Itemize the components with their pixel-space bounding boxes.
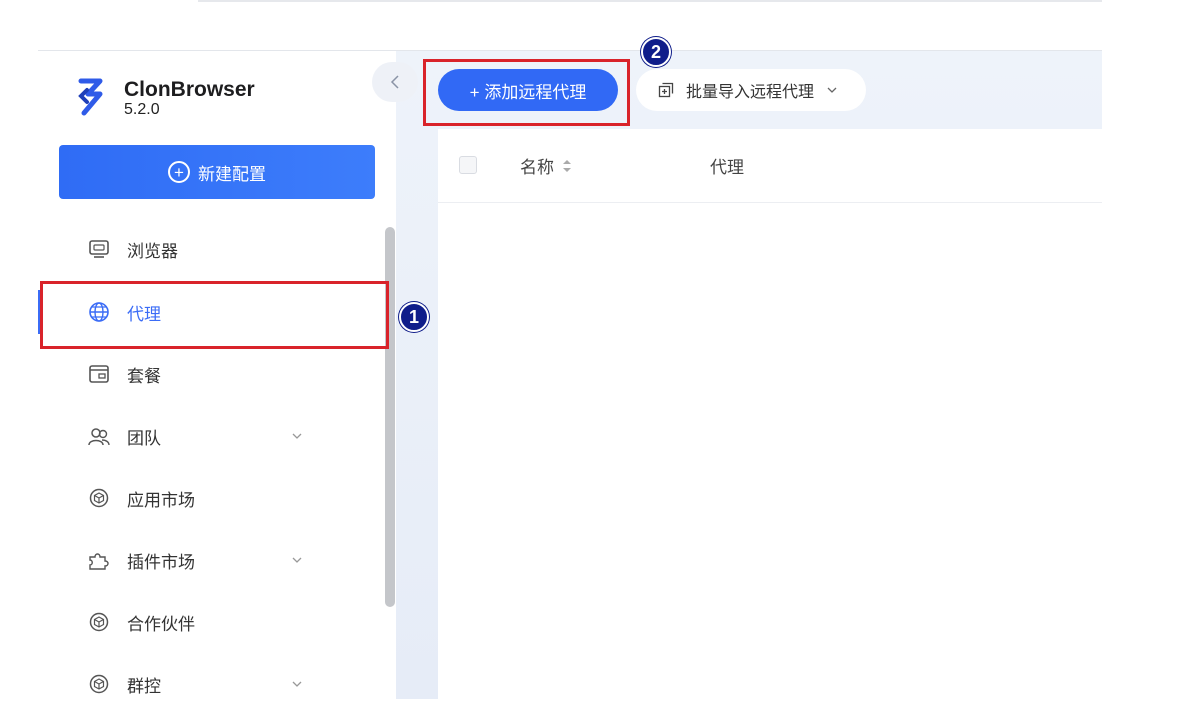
bulk-import-proxy-button[interactable]: 批量导入远程代理	[636, 69, 866, 111]
wallet-icon	[88, 363, 110, 385]
step-badge-2: 2	[641, 37, 671, 67]
proxy-table: 名称 代理	[438, 129, 1102, 699]
team-icon	[88, 425, 110, 447]
highlight-box-add-remote	[423, 59, 630, 126]
sidebar-item-team[interactable]: 团队	[38, 408, 378, 464]
cube-icon	[88, 611, 110, 633]
sidebar-item-app-market[interactable]: 应用市场	[38, 470, 378, 526]
cube-icon	[88, 673, 110, 695]
table-header: 名称 代理	[438, 129, 1102, 203]
sidebar-item-plugin-market[interactable]: 插件市场	[38, 532, 378, 588]
column-header-name[interactable]: 名称	[520, 153, 572, 178]
main-panel: + 添加远程代理 批量导入远程代理 名称 代理	[396, 51, 1102, 699]
clonbrowser-logo-icon	[78, 78, 103, 116]
sidebar-item-label: 群控	[127, 676, 161, 697]
step-badge-1: 1	[399, 302, 429, 332]
sidebar-item-label: 浏览器	[127, 241, 178, 262]
chevron-down-icon	[292, 557, 302, 563]
puzzle-icon	[88, 549, 110, 571]
import-icon	[658, 82, 674, 98]
sort-icon	[563, 159, 571, 172]
sidebar-item-label: 应用市场	[127, 490, 195, 511]
sidebar: ClonBrowser 5.2.0 + 新建配置 浏览器 代理 套餐 团队 应用…	[38, 51, 396, 699]
sidebar-item-group-control[interactable]: 群控	[38, 656, 378, 712]
new-config-button[interactable]: + 新建配置	[59, 145, 375, 199]
chevron-down-icon	[292, 433, 302, 439]
cube-icon	[88, 487, 110, 509]
sidebar-item-partners[interactable]: 合作伙伴	[38, 594, 378, 650]
sidebar-item-label: 套餐	[127, 366, 161, 387]
new-config-label: 新建配置	[198, 164, 266, 184]
highlight-box-proxy	[40, 281, 389, 349]
chevron-left-icon	[390, 75, 399, 89]
sidebar-item-label: 合作伙伴	[127, 614, 195, 635]
bulk-import-label: 批量导入远程代理	[686, 84, 815, 101]
sidebar-collapse-button[interactable]	[372, 62, 418, 102]
sidebar-item-label: 插件市场	[127, 552, 195, 573]
app-name: ClonBrowser	[124, 78, 255, 101]
column-header-proxy: 代理	[710, 158, 744, 178]
app-version: 5.2.0	[124, 101, 160, 118]
plus-circle-icon: +	[168, 161, 190, 183]
browser-icon	[88, 238, 110, 260]
sidebar-item-package[interactable]: 套餐	[38, 346, 378, 402]
sidebar-item-label: 团队	[127, 428, 161, 449]
sidebar-item-browser[interactable]: 浏览器	[38, 221, 378, 277]
top-divider	[198, 0, 1102, 2]
chevron-down-icon	[292, 681, 302, 687]
select-all-checkbox[interactable]	[459, 156, 477, 174]
chevron-down-icon	[827, 87, 837, 93]
